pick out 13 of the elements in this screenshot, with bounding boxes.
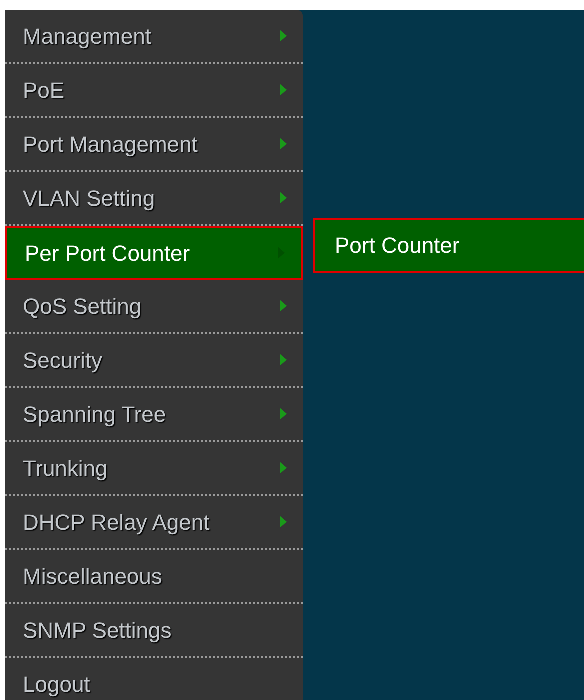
menu-item[interactable]: DHCP Relay Agent	[5, 496, 303, 550]
submenu-item[interactable]: Port Counter	[313, 218, 584, 273]
menu-item[interactable]: PoE	[5, 64, 303, 118]
menu-item[interactable]: QoS Setting	[5, 280, 303, 334]
menu-item[interactable]: Security	[5, 334, 303, 388]
menu-item[interactable]: Port Management	[5, 118, 303, 172]
menu-item[interactable]: Trunking	[5, 442, 303, 496]
menu-item[interactable]: Management	[5, 10, 303, 64]
menu-item[interactable]: Miscellaneous	[5, 550, 303, 604]
menu-item[interactable]: Logout	[5, 658, 303, 700]
menu-item[interactable]: Per Port Counter	[5, 226, 303, 280]
menu-item[interactable]: Spanning Tree	[5, 388, 303, 442]
menu-item[interactable]: SNMP Settings	[5, 604, 303, 658]
